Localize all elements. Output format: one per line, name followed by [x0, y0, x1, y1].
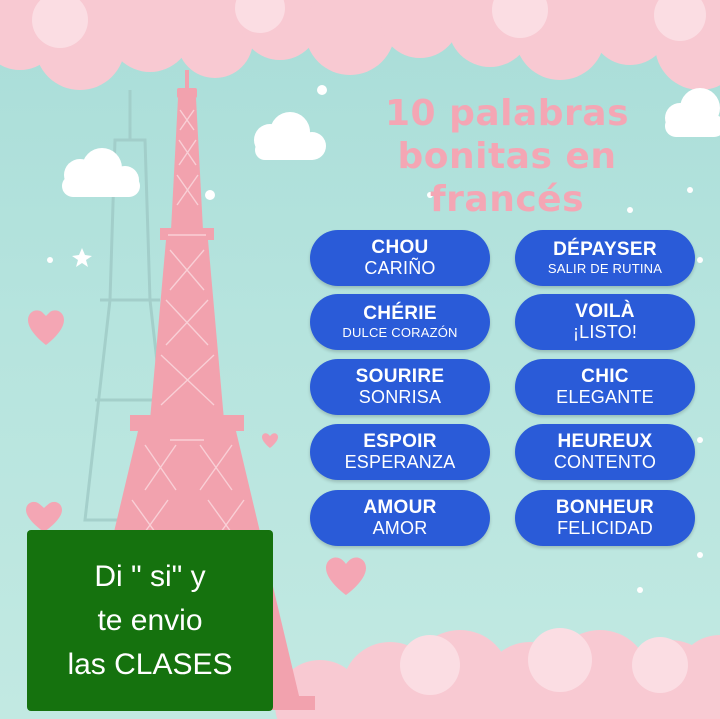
french-word: CHÉRIE	[363, 302, 437, 324]
word-pill-amour: AMOUR AMOR	[310, 490, 490, 546]
word-pill-heureux: HEUREUX CONTENTO	[515, 424, 695, 480]
word-pill-depayser: DÉPAYSER SALIR DE RUTINA	[515, 230, 695, 286]
spanish-meaning: ¡LISTO!	[572, 322, 638, 342]
cta-box: Di " si" y te envio las CLASES	[27, 530, 273, 711]
cloud-icon	[254, 112, 326, 160]
cloud-icon	[665, 88, 720, 137]
cta-line: Di " si" y	[94, 559, 206, 593]
heart-icon	[26, 501, 62, 532]
cta-line: las CLASES	[67, 647, 233, 681]
french-word: AMOUR	[363, 497, 437, 518]
french-word: DÉPAYSER	[553, 238, 657, 260]
spanish-meaning: ELEGANTE	[556, 387, 654, 407]
word-pill-cherie: CHÉRIE DULCE CORAZÓN	[310, 294, 490, 350]
word-pill-chou: CHOU CARIÑO	[310, 230, 490, 286]
spanish-meaning: SALIR DE RUTINA	[547, 260, 663, 276]
star-icon	[72, 248, 92, 267]
title-line: 10 palabras	[384, 93, 630, 134]
word-pill-chic: CHIC ELEGANTE	[515, 359, 695, 415]
cloud-icon	[62, 148, 140, 197]
spanish-meaning: AMOR	[372, 518, 428, 538]
spanish-meaning: CARIÑO	[364, 258, 436, 278]
french-word: BONHEUR	[555, 497, 655, 518]
spanish-meaning: FELICIDAD	[557, 518, 653, 538]
heart-icon	[28, 310, 64, 345]
poster: 10 palabras bonitas en francés CHOU CARI…	[0, 0, 720, 719]
french-word: CHIC	[581, 366, 629, 387]
spanish-meaning: ESPERANZA	[344, 452, 456, 472]
french-word: HEUREUX	[557, 431, 653, 452]
spanish-meaning: CONTENTO	[553, 452, 657, 472]
french-word: ESPOIR	[363, 431, 437, 452]
cta-line: te envio	[97, 603, 203, 637]
word-pill-voila: VOILÀ ¡LISTO!	[515, 294, 695, 350]
heart-icon	[326, 557, 366, 595]
spanish-meaning: DULCE CORAZÓN	[342, 324, 458, 340]
word-pill-bonheur: BONHEUR FELICIDAD	[515, 490, 695, 546]
french-word: CHOU	[371, 237, 429, 258]
french-word: SOURIRE	[355, 366, 445, 387]
french-word: VOILÀ	[575, 301, 635, 322]
word-pill-espoir: ESPOIR ESPERANZA	[310, 424, 490, 480]
spanish-meaning: SONRISA	[358, 387, 442, 407]
heart-icon	[262, 433, 278, 448]
poster-title: 10 palabras bonitas en francés	[362, 92, 652, 221]
top-cloud-band	[0, 0, 720, 90]
word-pill-sourire: SOURIRE SONRISA	[310, 359, 490, 415]
title-line: francés	[429, 179, 585, 220]
title-line: bonitas en	[397, 136, 617, 177]
